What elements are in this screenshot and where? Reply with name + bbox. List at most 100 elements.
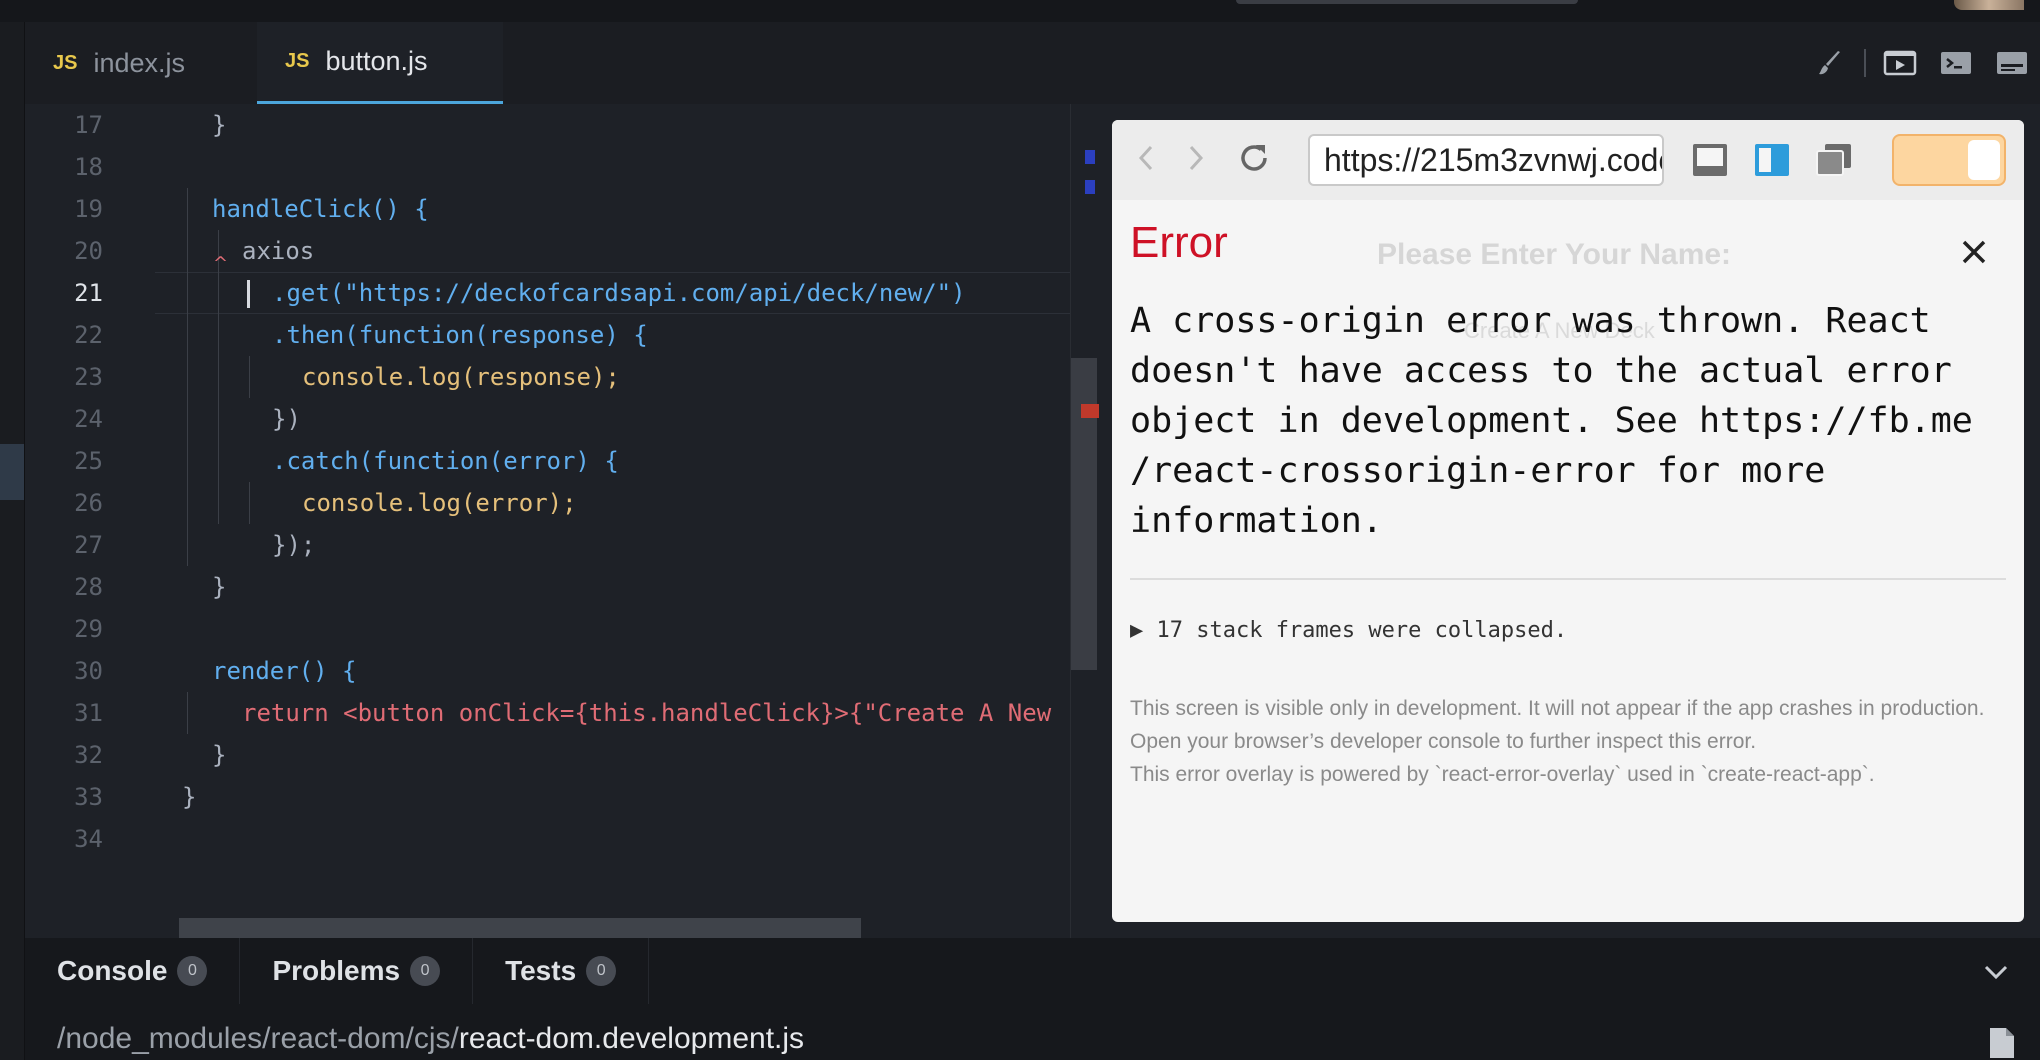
editor-toolbar — [1802, 22, 2040, 104]
line-number: 26 — [74, 489, 103, 517]
line-number: 32 — [74, 741, 103, 769]
new-window-icon — [1816, 144, 1851, 176]
line-number: 22 — [74, 321, 103, 349]
line-number: 28 — [74, 573, 103, 601]
vertical-scrollbar[interactable] — [1070, 104, 1099, 938]
close-icon — [1962, 240, 1986, 264]
tab-button-js[interactable]: JS button.js — [257, 22, 503, 104]
code-line: .get("https://deckofcardsapi.com/api/dec… — [272, 279, 966, 307]
count-badge: 0 — [586, 956, 617, 986]
line-number: 20 — [74, 237, 103, 265]
brush-icon[interactable] — [1802, 22, 1858, 104]
code-line: } — [212, 741, 227, 769]
scroll-marker — [1085, 180, 1095, 194]
footnote-line: This screen is visible only in developme… — [1130, 697, 1985, 720]
path-file: react-dom.development.js — [458, 1022, 805, 1055]
view-split-button[interactable] — [1750, 138, 1794, 182]
console-view-icon — [1693, 144, 1727, 176]
view-console-button[interactable] — [1688, 138, 1732, 182]
stack-frames-toggle[interactable]: ▶ 17 stack frames were collapsed. — [1130, 618, 1567, 643]
text-cursor — [247, 280, 250, 308]
code-line: console.log(response); — [302, 363, 620, 391]
toolbar-divider — [1864, 49, 1866, 77]
path-prefix: /node_modules/react-dom/cjs/ — [57, 1022, 459, 1055]
code-line: console.log(error); — [302, 489, 577, 517]
tab-tests[interactable]: Tests 0 — [473, 938, 650, 1004]
count-badge: 0 — [177, 956, 208, 986]
tab-problems[interactable]: Problems 0 — [240, 938, 474, 1004]
tab-label: Console — [57, 955, 168, 986]
chevron-right-icon — [1189, 145, 1204, 171]
code-line: render() { — [212, 657, 357, 685]
line-number: 24 — [74, 405, 103, 433]
line-number: 34 — [74, 825, 103, 853]
avatar[interactable] — [1954, 0, 2024, 10]
window-handle[interactable] — [1236, 0, 1578, 4]
error-message: A cross-origin error was thrown. React d… — [1130, 301, 1973, 541]
layout-icon[interactable] — [1984, 22, 2040, 104]
preview-toggle[interactable] — [1892, 134, 2006, 186]
activity-bar — [0, 22, 25, 1060]
back-button[interactable] — [1126, 138, 1166, 178]
line-number-current: 21 — [74, 279, 103, 307]
reload-button[interactable] — [1234, 138, 1274, 178]
line-number: 30 — [74, 657, 103, 685]
error-footnote: This screen is visible only in developme… — [1130, 692, 1990, 791]
scroll-marker — [1085, 150, 1095, 164]
toggle-knob — [1968, 140, 2000, 180]
browser-preview: https://215m3zvnwj.codesandbox.io Please… — [1112, 120, 2024, 922]
top-strip — [0, 0, 2040, 22]
close-button[interactable] — [1954, 232, 1994, 272]
terminal-icon[interactable] — [1928, 22, 1984, 104]
file-icon[interactable] — [1988, 1026, 2016, 1060]
code-line: }); — [272, 531, 316, 559]
open-new-window-button[interactable] — [1812, 138, 1856, 182]
code-line: } — [212, 111, 227, 139]
line-number: 31 — [74, 699, 103, 727]
code-line: handleClick() { — [212, 195, 429, 223]
error-title: Error — [1130, 218, 1228, 267]
line-number: 27 — [74, 531, 103, 559]
line-number: 17 — [74, 111, 103, 139]
divider — [1130, 578, 2006, 580]
reload-icon — [1241, 145, 1267, 171]
code-line: axios — [242, 237, 315, 265]
collapse-panel-button[interactable] — [1976, 952, 2016, 992]
chevron-down-icon — [1984, 965, 2008, 980]
code-line: } — [182, 783, 197, 811]
background-heading: Please Enter Your Name: — [1377, 238, 1732, 271]
code-line: } — [212, 573, 227, 601]
line-number: 18 — [74, 153, 103, 181]
editor-tabs: JS index.js JS button.js — [25, 22, 2040, 104]
url-bar[interactable]: https://215m3zvnwj.codesandbox.io — [1308, 134, 1664, 186]
tab-console[interactable]: Console 0 — [25, 938, 241, 1004]
bottom-panel: Console 0 Problems 0 Tests 0 /node_modul… — [25, 938, 2040, 1060]
line-number: 25 — [74, 447, 103, 475]
code-editor[interactable]: 17 18 19 20 21 22 23 24 25 26 27 28 29 3… — [25, 104, 1070, 938]
line-number: 23 — [74, 363, 103, 391]
tab-index-js[interactable]: JS index.js — [25, 22, 253, 104]
js-file-icon: JS — [53, 51, 78, 74]
tab-label: Tests — [505, 955, 577, 986]
code-line: .catch(function(error) { — [272, 447, 619, 475]
browser-toolbar: https://215m3zvnwj.codesandbox.io — [1112, 120, 2024, 200]
code-area[interactable]: } handleClick() { axios .get("https://de… — [155, 104, 1065, 938]
split-view-icon — [1755, 144, 1789, 176]
error-marker — [1081, 404, 1099, 418]
count-badge: 0 — [410, 956, 441, 986]
tab-label: index.js — [93, 47, 186, 78]
activity-marker — [0, 444, 24, 500]
chevron-left-icon — [1138, 145, 1153, 171]
line-number: 29 — [74, 615, 103, 643]
horizontal-scrollbar[interactable] — [179, 918, 861, 938]
code-line: }) — [272, 405, 301, 433]
code-line: .then(function(response) { — [272, 321, 648, 349]
tab-label: Problems — [272, 955, 401, 986]
preview-play-icon[interactable] — [1872, 22, 1928, 104]
line-number: 19 — [74, 195, 103, 223]
tab-label: button.js — [325, 46, 428, 76]
code-line: return <button onClick={this.handleClick… — [242, 699, 1052, 727]
footnote-line: Open your browser’s developer console to… — [1130, 730, 1757, 753]
js-file-icon: JS — [285, 50, 310, 72]
forward-button[interactable] — [1176, 138, 1216, 178]
